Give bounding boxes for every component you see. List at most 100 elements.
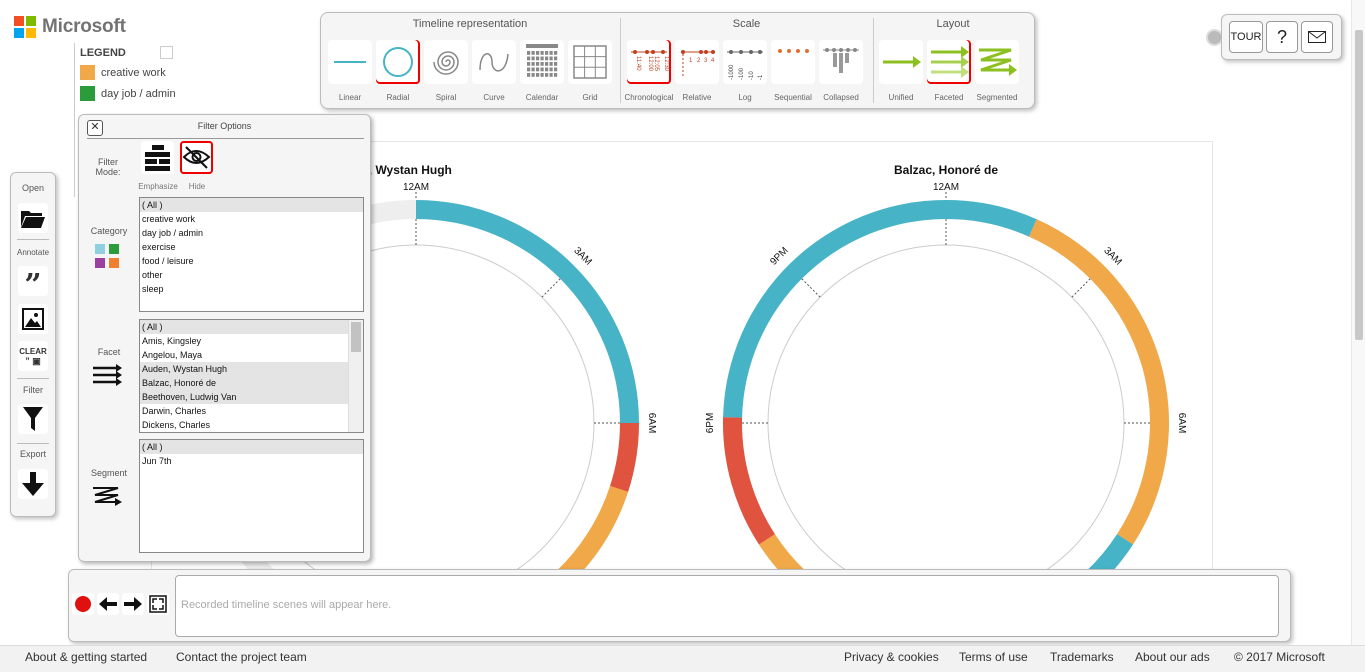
annotate-text-button[interactable]: ” <box>18 266 48 301</box>
facet-scrollbar[interactable] <box>348 320 363 432</box>
list-option[interactable]: ( All ) <box>140 320 363 334</box>
list-option[interactable]: exercise <box>140 240 363 254</box>
image-icon <box>22 308 44 330</box>
footer-link-privacy[interactable]: Privacy & cookies <box>844 650 939 664</box>
scrollbar-thumb[interactable] <box>351 322 361 352</box>
segmented-label: Segmented <box>976 93 1018 102</box>
feedback-button[interactable] <box>1301 21 1333 53</box>
linear-button[interactable] <box>328 40 372 84</box>
footer-link-trademarks[interactable]: Trademarks <box>1050 650 1114 664</box>
scenes-area[interactable]: Recorded timeline scenes will appear her… <box>175 575 1279 637</box>
calendar-button[interactable] <box>520 40 564 84</box>
tick-label: 11:40 <box>635 56 641 71</box>
sequential-button[interactable] <box>771 40 815 84</box>
segmented-button[interactable] <box>975 40 1019 84</box>
category-listbox[interactable]: ( All ) creative work day job / admin exerc… <box>139 197 364 312</box>
unified-button[interactable] <box>879 40 923 84</box>
list-option[interactable]: ( All ) <box>140 198 363 212</box>
group-title: Layout <box>936 18 970 30</box>
footer-link-contact[interactable]: Contact the project team <box>176 650 307 664</box>
segment-listbox[interactable]: ( All ) Jun 7th <box>139 439 364 553</box>
grid-button[interactable] <box>568 40 612 84</box>
help-button[interactable]: ? <box>1266 21 1298 53</box>
spiral-button[interactable] <box>424 40 468 84</box>
dialog-title: Filter Options <box>197 121 252 131</box>
mail-icon <box>1308 31 1326 43</box>
event-arc-creative-work[interactable] <box>758 534 826 571</box>
log-button[interactable]: -1000 -100 -10 -1 <box>723 40 767 84</box>
tick-label: -1 <box>758 74 764 80</box>
curve-button[interactable] <box>472 40 516 84</box>
tour-button[interactable]: TOUR <box>1229 21 1263 53</box>
hide-mode-button[interactable] <box>180 141 213 174</box>
unified-icon <box>883 56 921 68</box>
previous-scene-button[interactable] <box>97 593 119 615</box>
scrollbar-thumb[interactable] <box>1355 30 1363 340</box>
event-arc-exercise[interactable] <box>610 423 639 492</box>
footer-link-about[interactable]: About & getting started <box>25 650 147 664</box>
event-arc-creative-work[interactable] <box>494 486 629 571</box>
chronological-button[interactable]: 11:40 12:00 12:05 12:30 <box>627 40 671 84</box>
list-option[interactable]: Darwin, Charles <box>140 404 363 418</box>
event-arc-exercise[interactable] <box>722 417 775 545</box>
footer-link-ads[interactable]: About our ads <box>1135 650 1210 664</box>
list-option[interactable]: sleep <box>140 282 363 296</box>
list-option[interactable]: Jun 7th <box>140 454 363 468</box>
page-scrollbar[interactable] <box>1351 0 1365 645</box>
open-button[interactable] <box>18 203 48 233</box>
list-option[interactable]: ( All ) <box>140 440 363 454</box>
legend-collapse-checkbox[interactable] <box>160 46 173 59</box>
collapsed-icon <box>823 48 859 73</box>
event-arc-sleep[interactable] <box>723 200 946 418</box>
legend-item[interactable]: creative work <box>80 65 179 80</box>
list-option[interactable]: Balzac, Honoré de <box>140 376 363 390</box>
calendar-icon <box>526 44 558 77</box>
export-label: Export <box>19 449 46 459</box>
clear-annotations-button[interactable]: CLEAR ” ▣ <box>18 341 48 371</box>
emphasize-mode-button[interactable] <box>141 141 174 174</box>
list-option[interactable]: Dickens, Charles <box>140 418 363 432</box>
facet-listbox[interactable]: ( All ) Amis, Kingsley Angelou, Maya Auden,… <box>139 319 364 433</box>
log-icon: -1000 -100 -10 -1 <box>727 50 764 80</box>
export-button[interactable] <box>18 469 48 499</box>
legend-swatch <box>80 86 95 101</box>
event-arc-creative-work[interactable] <box>1028 219 1169 545</box>
filter-button[interactable] <box>18 404 48 434</box>
legend-label: creative work <box>101 66 166 79</box>
relative-button[interactable]: 1 2 3 4 <box>675 40 719 84</box>
representation-group: Timeline representation Linear Radial Sp… <box>321 13 619 108</box>
left-toolbar: Open Annotate ” CLEAR ” ▣ Filter Export <box>10 172 56 517</box>
divider <box>87 138 364 139</box>
fullscreen-button[interactable] <box>147 593 169 615</box>
radial-icon <box>383 47 413 77</box>
list-option[interactable]: day job / admin <box>140 226 363 240</box>
list-option[interactable]: creative work <box>140 212 363 226</box>
record-button[interactable] <box>72 593 94 615</box>
footer-link-terms[interactable]: Terms of use <box>959 650 1028 664</box>
list-option[interactable]: Angelou, Maya <box>140 348 363 362</box>
event-arc-sleep[interactable] <box>416 200 639 423</box>
tick-label: -100 <box>739 67 745 80</box>
radial-button[interactable] <box>376 40 420 84</box>
list-option[interactable]: Auden, Wystan Hugh <box>140 362 363 376</box>
group-title: Timeline representation <box>412 18 528 30</box>
next-scene-button[interactable] <box>122 593 144 615</box>
list-option[interactable]: other <box>140 268 363 282</box>
tick-label: 12:00 <box>647 56 653 72</box>
annotate-image-button[interactable] <box>18 304 48 334</box>
legend-item[interactable]: day job / admin <box>80 86 179 101</box>
list-option[interactable]: Amis, Kingsley <box>140 334 363 348</box>
filter-label: Filter <box>23 385 43 395</box>
collapsed-button[interactable] <box>819 40 863 84</box>
event-arc-sleep[interactable] <box>946 200 1037 237</box>
hour-tick <box>801 278 821 298</box>
list-option[interactable]: Beethoven, Ludwig Van <box>140 390 363 404</box>
close-button[interactable]: ✕ <box>87 120 103 136</box>
faceted-button[interactable] <box>927 40 971 84</box>
timeline-toolbar: Timeline representation Linear Radial Sp… <box>320 12 1035 109</box>
event-arc-sleep[interactable] <box>1066 534 1134 571</box>
filter-options-dialog: Filter Options ✕ Filter Mode: Emphasize … <box>78 114 371 562</box>
sequential-icon <box>778 49 809 53</box>
microsoft-logo: Microsoft <box>14 16 126 38</box>
list-option[interactable]: food / leisure <box>140 254 363 268</box>
